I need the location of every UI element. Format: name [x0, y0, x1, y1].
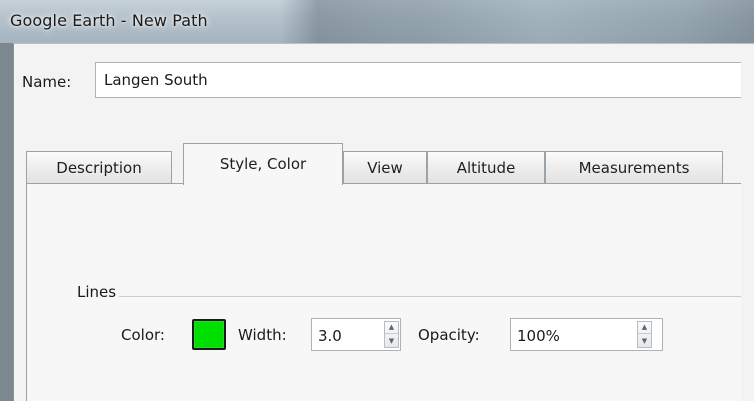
title-bar-glare: [280, 0, 754, 43]
opacity-value: 100%: [517, 327, 560, 345]
line-color-fill: [194, 321, 224, 348]
tab-view[interactable]: View: [343, 151, 427, 184]
new-path-dialog: Google Earth - New Path Name: Descriptio…: [0, 0, 754, 401]
opacity-label: Opacity:: [418, 326, 480, 344]
tab-style-color[interactable]: Style, Color: [183, 143, 343, 185]
color-label: Color:: [121, 326, 165, 344]
tab-altitude[interactable]: Altitude: [427, 151, 545, 184]
name-input[interactable]: [95, 62, 741, 98]
width-label: Width:: [238, 326, 287, 344]
width-spinner-buttons: ▲ ▼: [384, 321, 399, 348]
style-color-panel: [26, 183, 741, 401]
window-title: Google Earth - New Path: [10, 11, 208, 30]
tab-measurements[interactable]: Measurements: [545, 151, 723, 184]
lines-group-title: Lines: [75, 283, 120, 301]
spin-up-arrow-icon[interactable]: ▲: [385, 322, 398, 334]
spin-down-arrow-icon[interactable]: ▼: [638, 335, 651, 347]
line-color-swatch[interactable]: [192, 319, 226, 350]
spin-down-arrow-icon[interactable]: ▼: [385, 335, 398, 347]
opacity-spinner[interactable]: 100% ▲ ▼: [510, 318, 663, 351]
tab-strip: Description Style, Color View Altitude M…: [26, 143, 741, 185]
lines-group-divider: [75, 296, 741, 297]
title-bar[interactable]: Google Earth - New Path: [0, 0, 754, 43]
width-value: 3.0: [318, 327, 342, 345]
opacity-spinner-buttons: ▲ ▼: [637, 321, 652, 348]
tab-description[interactable]: Description: [26, 151, 172, 184]
spin-up-arrow-icon[interactable]: ▲: [638, 322, 651, 334]
width-spinner[interactable]: 3.0 ▲ ▼: [311, 318, 401, 351]
name-label: Name:: [22, 73, 72, 91]
